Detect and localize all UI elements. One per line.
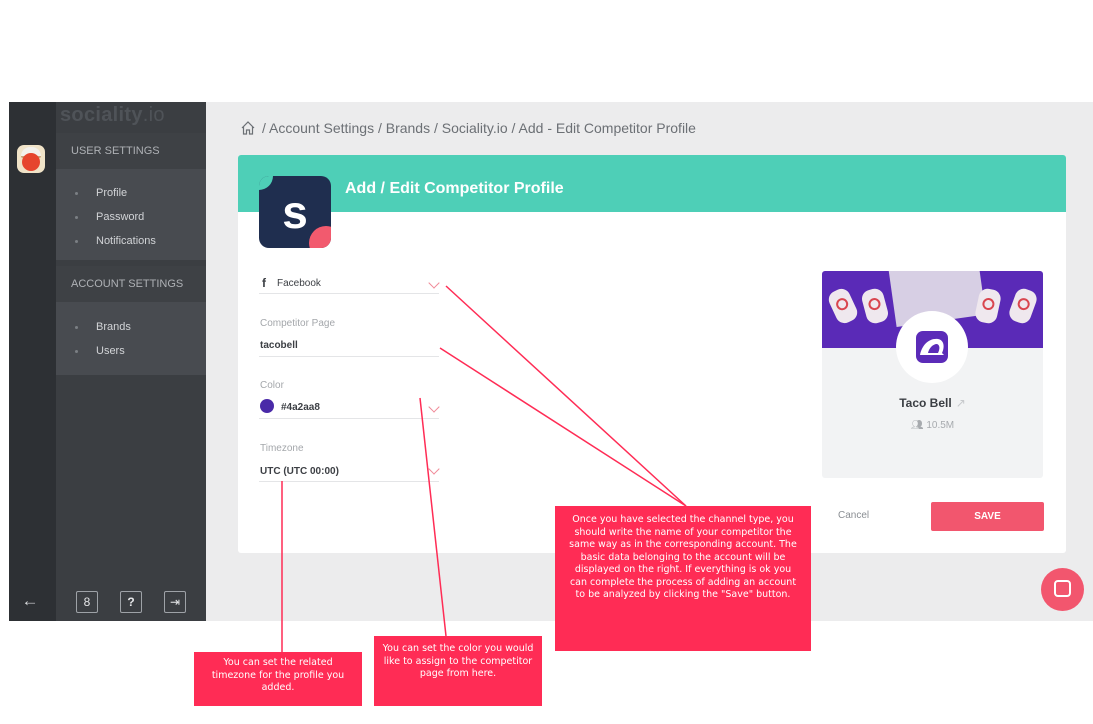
tooltip-timezone: You can set the related timezone for the… [194, 652, 362, 706]
annotation-lines [281, 285, 687, 652]
tooltip-competitor: Once you have selected the channel type,… [555, 506, 811, 651]
tooltip-color: You can set the color you would like to … [374, 636, 542, 706]
